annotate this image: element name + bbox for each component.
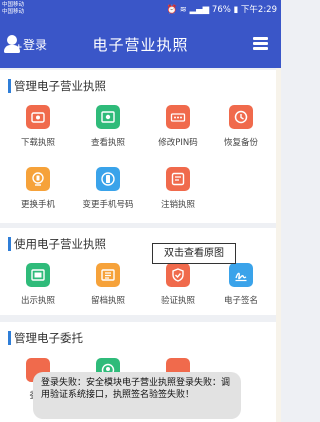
tile-label: 恢复备份 <box>223 138 258 148</box>
carrier-name-1: 中国移动 <box>2 2 25 8</box>
cancel-license-button[interactable]: 注销执照 <box>143 167 213 210</box>
tile-label: 注销执照 <box>160 200 195 210</box>
tile-label: 电子签名 <box>223 296 258 306</box>
tile-label: 更换手机 <box>20 200 55 210</box>
app-header: + 登录 电子营业执照 <box>0 20 281 68</box>
tile-label: 验证执照 <box>160 296 195 306</box>
battery-icon: ▮ <box>233 5 239 15</box>
restore-backup-button[interactable]: 恢复备份 <box>206 105 276 148</box>
tile-label: 下载执照 <box>20 138 55 148</box>
cancel-license-icon <box>166 167 190 191</box>
tile-label: 修改PIN码 <box>158 138 198 148</box>
archive-license-icon <box>96 263 120 287</box>
section-marker <box>8 331 11 345</box>
system-indicators: ⏰ ≋ ▂▄▆ 76% ▮ 下午2:29 <box>166 4 277 16</box>
hamburger-menu-icon[interactable] <box>253 37 268 50</box>
verify-license-icon <box>166 263 190 287</box>
signal-icon: ▂▄▆ <box>189 5 210 15</box>
e-signature-button[interactable]: 电子签名 <box>206 263 276 306</box>
show-license-button[interactable]: 出示执照 <box>3 263 73 306</box>
section-title: 管理电子委托 <box>14 331 83 345</box>
tile-label: 留档执照 <box>90 296 125 306</box>
change-pin-button[interactable]: 修改PIN码 <box>143 105 213 148</box>
alarm-icon: ⏰ <box>166 5 178 15</box>
restore-backup-icon <box>229 105 253 129</box>
tile-label: 出示执照 <box>20 296 55 306</box>
change-phone-icon <box>26 167 50 191</box>
wifi-icon: ≋ <box>179 5 187 15</box>
section-use-license: 使用电子营业执照 出示执照 留档执照 验证执照 电子签名 <box>0 228 276 315</box>
verify-license-button[interactable]: 验证执照 <box>143 263 213 306</box>
tile-label: 变更手机号码 <box>82 200 134 210</box>
page-title: 电子营业执照 <box>92 36 189 54</box>
download-license-icon <box>26 105 50 129</box>
archive-license-button[interactable]: 留档执照 <box>73 263 143 306</box>
change-phone-number-icon <box>96 167 120 191</box>
section-title: 管理电子营业执照 <box>14 79 106 93</box>
carrier-info: 中国移动 中国移动 <box>2 2 24 16</box>
section-marker <box>8 79 11 93</box>
view-original-tooltip: 双击查看原图 <box>152 243 236 264</box>
pin-code-icon <box>166 105 190 129</box>
status-bar: 中国移动 中国移动 ⏰ ≋ ▂▄▆ 76% ▮ 下午2:29 <box>0 0 281 20</box>
section-manage-license: 管理电子营业执照 下载执照 查看执照 修改PIN码 恢复备份 更换手机 变更手机… <box>0 70 276 223</box>
change-phone-number-button[interactable]: 变更手机号码 <box>73 167 143 210</box>
scroll-edge <box>276 68 281 422</box>
show-license-icon <box>26 263 50 287</box>
error-toast: 登录失败：安全模块电子营业执照登录失败：调用验证系统接口，执照签名验签失败！ <box>33 372 241 419</box>
e-signature-icon <box>229 263 253 287</box>
view-license-button[interactable]: 查看执照 <box>73 105 143 148</box>
section-marker <box>8 237 11 251</box>
tile-label: 查看执照 <box>90 138 125 148</box>
section-title: 使用电子营业执照 <box>14 237 106 251</box>
change-phone-button[interactable]: 更换手机 <box>3 167 73 210</box>
download-license-button[interactable]: 下载执照 <box>3 105 73 148</box>
clock: 下午2:29 <box>240 5 277 15</box>
battery-level: 76% <box>211 5 231 15</box>
view-license-icon <box>96 105 120 129</box>
carrier-name-2: 中国移动 <box>2 9 25 15</box>
